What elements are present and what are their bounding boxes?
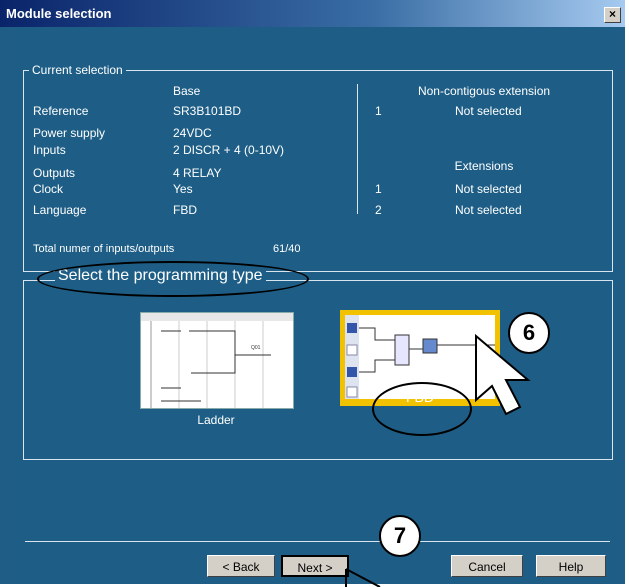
ladder-diagram-icon: Q01 [141,313,293,408]
current-selection-legend: Current selection [29,63,126,77]
current-selection-group [23,70,613,272]
ladder-option[interactable]: Q01 [140,312,294,409]
next-button[interactable]: Next > [281,555,349,577]
label-language: Language [33,203,87,217]
cursor-arrow-icon-2 [345,568,381,587]
value-outputs: 4 RELAY [173,166,222,180]
value-power-supply: 24VDC [173,126,212,140]
label-clock: Clock [33,182,64,196]
noncontig-value: Not selected [455,104,522,118]
value-language: FBD [173,203,197,217]
back-button[interactable]: < Back [207,555,275,577]
value-reference: SR3B101BD [173,104,242,118]
ladder-label: Ladder [197,413,235,427]
base-header: Base [173,84,201,98]
help-button[interactable]: Help [536,555,606,577]
label-power-supply: Power supply [33,126,106,140]
noncontig-header: Non-contigous extension [417,84,551,98]
value-clock: Yes [173,182,193,196]
extensions-header: Extensions [454,159,514,173]
title-bar: Module selection × [0,0,625,27]
extension-1-value: Not selected [455,182,522,196]
column-divider [357,84,358,214]
total-io-label: Total numer of inputs/outputs [33,243,175,255]
extension-1-number: 1 [375,182,382,196]
extension-2-value: Not selected [455,203,522,217]
svg-text:Q01: Q01 [251,345,261,351]
step-7-callout: 7 [379,515,421,557]
label-inputs: Inputs [33,143,66,157]
value-inputs: 2 DISCR + 4 (0-10V) [173,143,285,157]
label-reference: Reference [33,104,89,118]
close-button[interactable]: × [604,7,621,23]
noncontig-number: 1 [375,104,382,118]
extension-2-number: 2 [375,203,382,217]
legend-highlight-oval [37,261,309,297]
footer-separator [25,541,610,542]
label-outputs: Outputs [33,166,76,180]
cancel-button[interactable]: Cancel [451,555,523,577]
total-io-value: 61/40 [273,243,301,255]
module-selection-dialog: Module selection × Current selection Bas… [0,0,625,587]
dialog-body: Current selection Base Reference SR3B101… [15,27,619,587]
dialog-title: Module selection [6,6,112,21]
step-6-callout: 6 [508,312,550,354]
fbd-label: FBD [406,389,434,405]
